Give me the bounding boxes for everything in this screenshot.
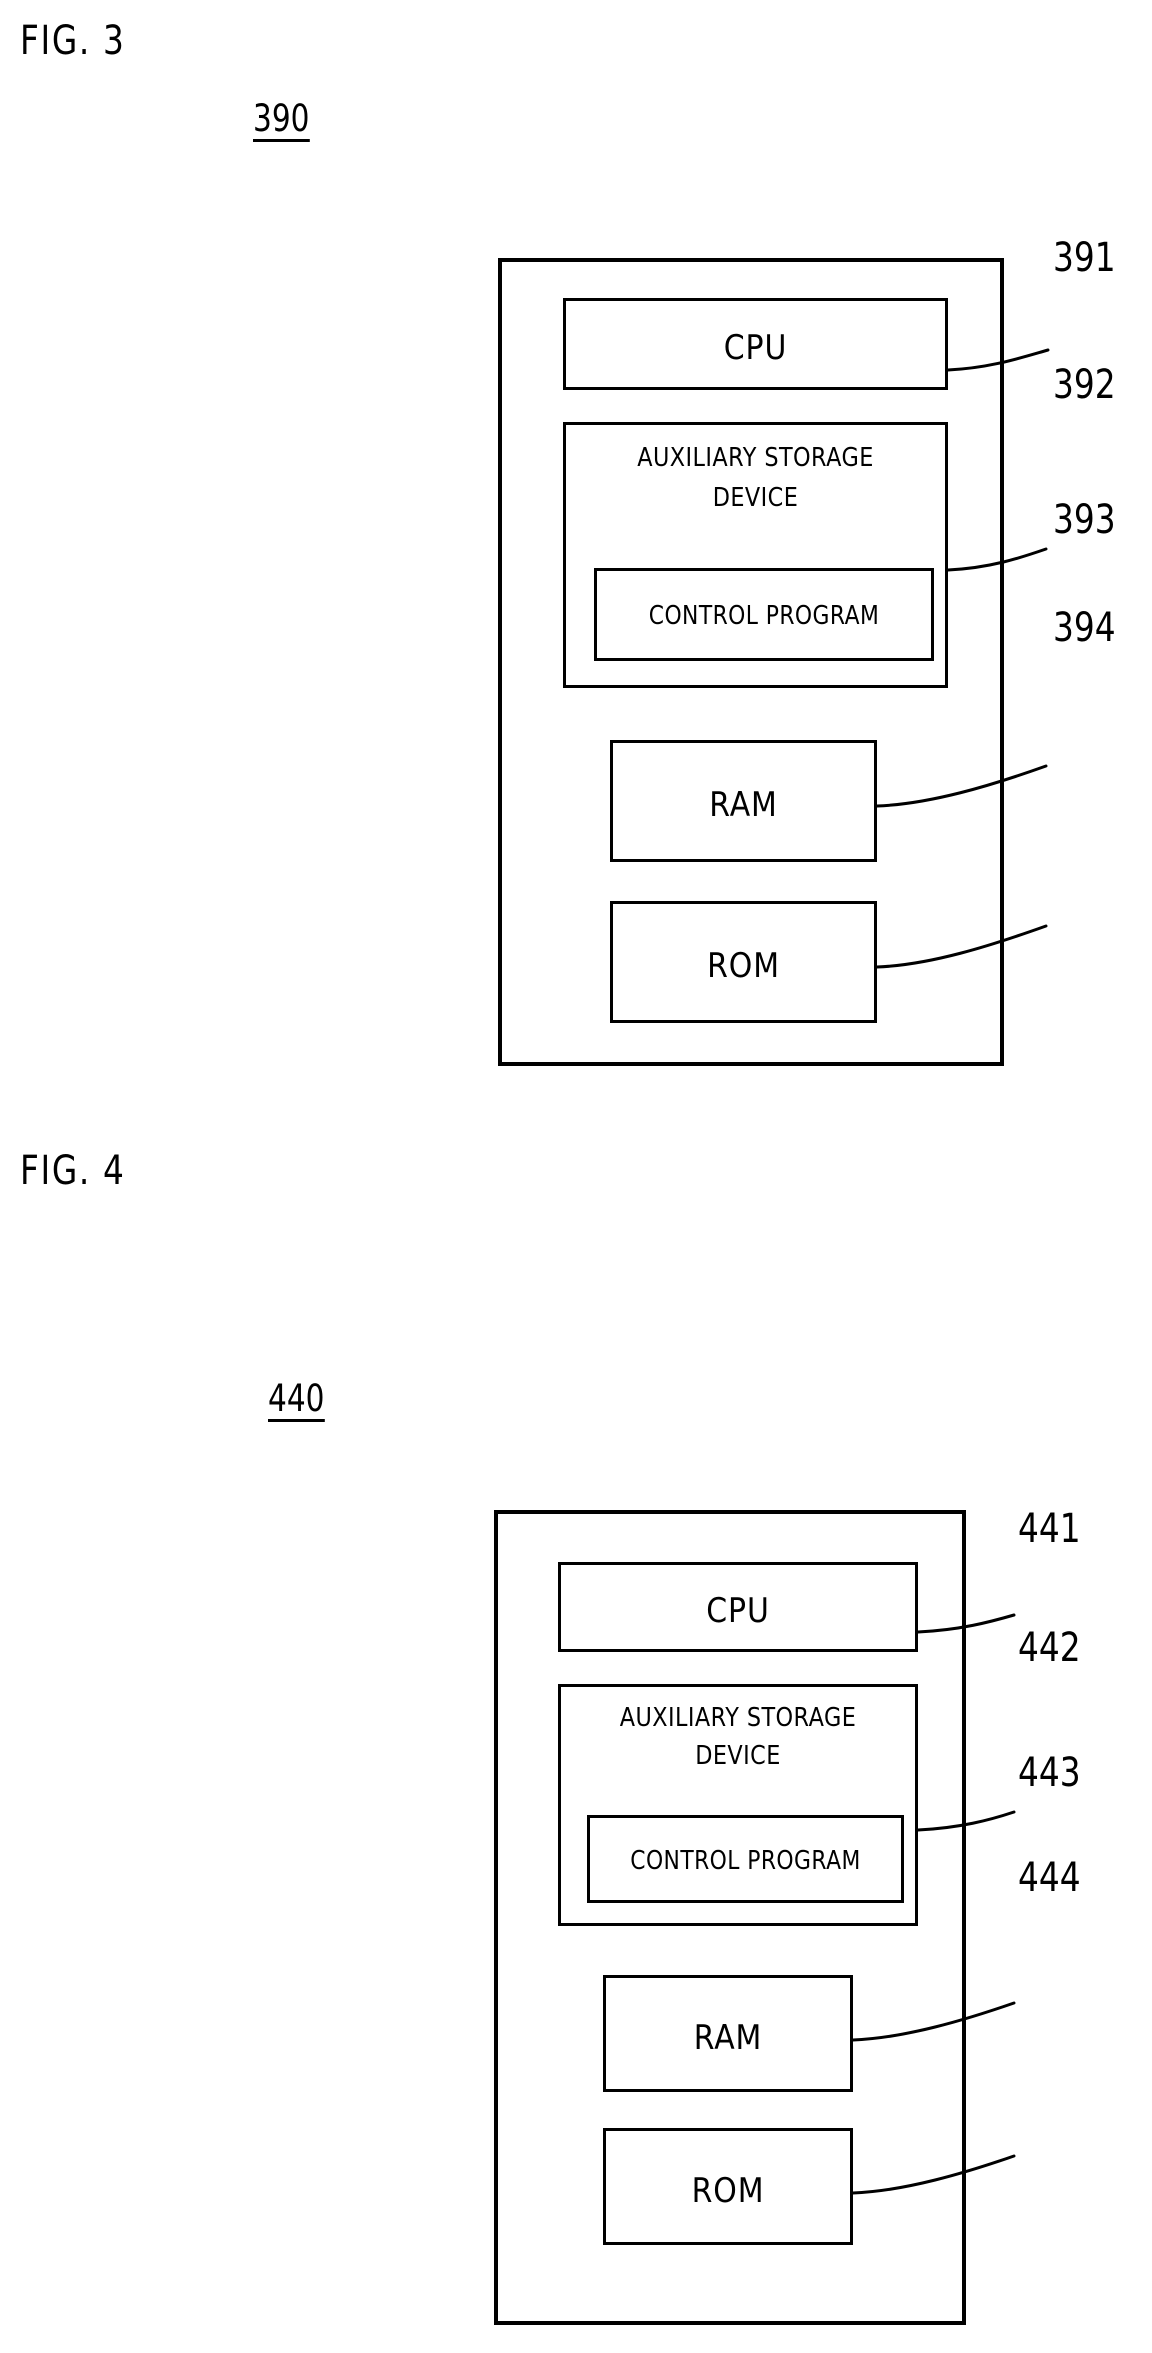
figure-4-control-program-block: CONTROL PROGRAM xyxy=(587,1815,904,1903)
figure-3-ram-block: RAM xyxy=(610,740,877,862)
figure-3-callout-394: 394 xyxy=(1053,605,1116,651)
figure-4-control-program-label: CONTROL PROGRAM xyxy=(630,1846,861,1876)
figure-3-cpu-block: CPU xyxy=(563,298,948,390)
figure-4-callout-444: 444 xyxy=(1018,1855,1081,1901)
figure-3-callout-393: 393 xyxy=(1053,497,1116,543)
figure-4-callout-441: 441 xyxy=(1018,1506,1081,1552)
figure-4-cpu-block: CPU xyxy=(558,1562,918,1652)
figure-3-ram-label: RAM xyxy=(709,785,778,825)
figure-4-callout-443: 443 xyxy=(1018,1750,1081,1796)
figure-4-ram-block: RAM xyxy=(603,1975,853,2092)
figure-4-reference-numeral: 440 xyxy=(268,1377,325,1422)
figure-4-auxiliary-storage-device-block: AUXILIARY STORAGE DEVICE CONTROL PROGRAM xyxy=(558,1684,918,1926)
figure-3-cpu-label: CPU xyxy=(723,328,788,368)
figure-4-rom-block: ROM xyxy=(603,2128,853,2245)
figure-4-ram-label: RAM xyxy=(693,2018,763,2058)
figure-3-reference-numeral: 390 xyxy=(253,97,310,142)
figure-4-caption: FIG. 4 xyxy=(20,1148,126,1194)
figure-3-auxiliary-storage-label-line1: AUXILIARY STORAGE xyxy=(637,443,874,473)
figure-4-cpu-label: CPU xyxy=(706,1591,770,1631)
figure-3-control-program-block: CONTROL PROGRAM xyxy=(594,568,934,661)
figure-3-caption: FIG. 3 xyxy=(20,18,126,64)
figure-4-rom-label: ROM xyxy=(691,2171,765,2211)
figure-3-callout-392: 392 xyxy=(1053,362,1116,408)
figure-3-auxiliary-storage-device-block: AUXILIARY STORAGE DEVICE CONTROL PROGRAM xyxy=(563,422,948,688)
figure-4-auxiliary-storage-label-line1: AUXILIARY STORAGE xyxy=(619,1703,857,1733)
figure-4-callout-442: 442 xyxy=(1018,1625,1081,1671)
figure-4-auxiliary-storage-label-line2: DEVICE xyxy=(695,1741,781,1771)
figure-3-callout-391: 391 xyxy=(1053,235,1116,281)
figure-3-auxiliary-storage-label-line2: DEVICE xyxy=(712,483,799,513)
patent-drawing-sheet: FIG. 3 390 CPU AUXILIARY STORAGE DEVICE … xyxy=(0,0,1152,2353)
figure-3-rom-label: ROM xyxy=(707,946,780,986)
figure-3-rom-block: ROM xyxy=(610,901,877,1023)
figure-3-control-program-label: CONTROL PROGRAM xyxy=(648,601,880,631)
